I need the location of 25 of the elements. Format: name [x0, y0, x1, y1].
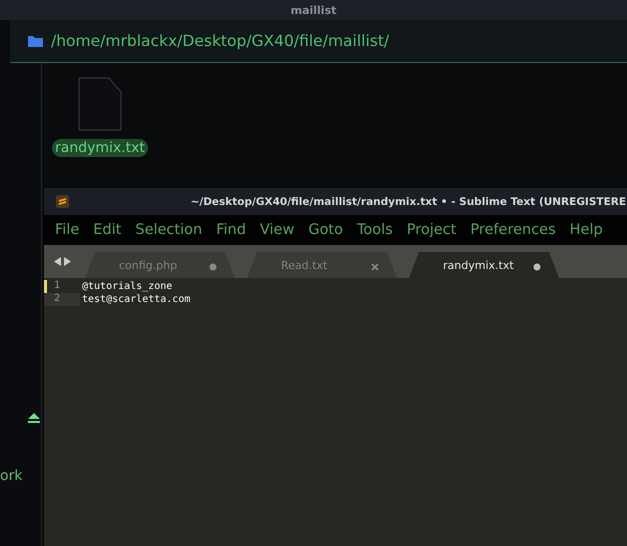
menu-item[interactable]: Preferences — [463, 222, 563, 238]
file-name[interactable]: randymix.txt — [52, 139, 148, 157]
line-number: 2 — [44, 293, 80, 306]
menu-item[interactable]: File — [48, 222, 86, 238]
app-logo-icon — [56, 195, 69, 208]
menu-item[interactable]: Edit — [86, 222, 128, 238]
folder-icon — [28, 35, 43, 47]
left-arrow-icon[interactable] — [54, 257, 61, 266]
menu-item[interactable]: Goto — [301, 222, 350, 238]
menu-item[interactable]: Selection — [128, 222, 210, 238]
sidebar-item[interactable]: ork — [0, 468, 22, 484]
window-title: maillist — [0, 0, 627, 20]
window-title: ~/Desktop/GX40/file/maillist/randymix.txt • - Sublime Text (UNREGISTERE — [190, 196, 626, 208]
code-line: test@scarletta.com — [81, 294, 190, 305]
menu-item[interactable]: Project — [400, 222, 464, 238]
menu-item[interactable]: Help — [562, 222, 610, 238]
path-text: /home/mrblackx/Desktop/GX40/file/maillist/ — [51, 32, 390, 50]
right-arrow-icon[interactable] — [64, 257, 71, 266]
path-bar[interactable]: /home/mrblackx/Desktop/GX40/file/maillist/ — [10, 20, 627, 63]
code-line: @tutorials_zone — [81, 281, 172, 292]
menu-item[interactable]: Find — [209, 222, 253, 238]
editor-tab[interactable]: randymix.txt — [409, 252, 559, 278]
menu-item[interactable]: View — [252, 222, 302, 238]
eject-icon[interactable] — [28, 413, 40, 423]
menu-item[interactable]: Tools — [350, 222, 400, 238]
